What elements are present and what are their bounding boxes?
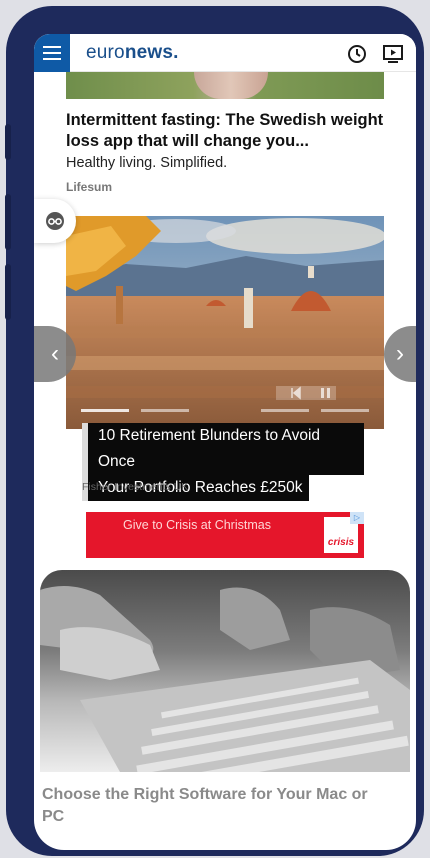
euronews-logo[interactable]: euronews. [86,42,179,64]
clock-icon[interactable] [346,43,368,65]
phone-frame: euronews. Intermittent fasting: The Swed… [5,6,424,856]
top-bar: euronews. [34,34,416,72]
carousel-next-button[interactable]: › [384,326,416,382]
florence-cityscape-image [66,216,384,429]
side-button [5,264,11,320]
reader-button[interactable] [34,199,76,243]
carousel-image[interactable] [66,216,384,429]
hamburger-icon[interactable] [34,34,70,72]
article-image[interactable] [66,72,384,99]
side-button [5,194,11,250]
reader-icon [46,212,64,230]
screen: euronews. Intermittent fasting: The Swed… [34,34,416,850]
chevron-left-icon: ‹ [51,340,59,367]
laptop-hands-image [40,586,410,772]
caption-line: 10 Retirement Blunders to Avoid Once [82,423,364,475]
side-button [5,124,11,160]
chevron-right-icon: › [396,340,404,367]
ad-banner[interactable]: Give to Crisis at Christmas crisis ▷ [86,512,364,558]
ad-text: Give to Crisis at Christmas [123,518,271,532]
article-image[interactable] [40,570,410,772]
ad-choices-icon[interactable]: ▷ [350,512,364,524]
play-screen-icon[interactable] [382,43,404,65]
article-source: Lifesum [66,180,113,194]
article-subtitle: Healthy living. Simplified. [66,155,228,171]
article-title[interactable]: Choose the Right Software for Your Mac o… [42,784,372,828]
article-title[interactable]: Intermittent fasting: The Swedish weight… [66,110,396,152]
carousel-source: Fisher Investments UK [82,481,189,493]
